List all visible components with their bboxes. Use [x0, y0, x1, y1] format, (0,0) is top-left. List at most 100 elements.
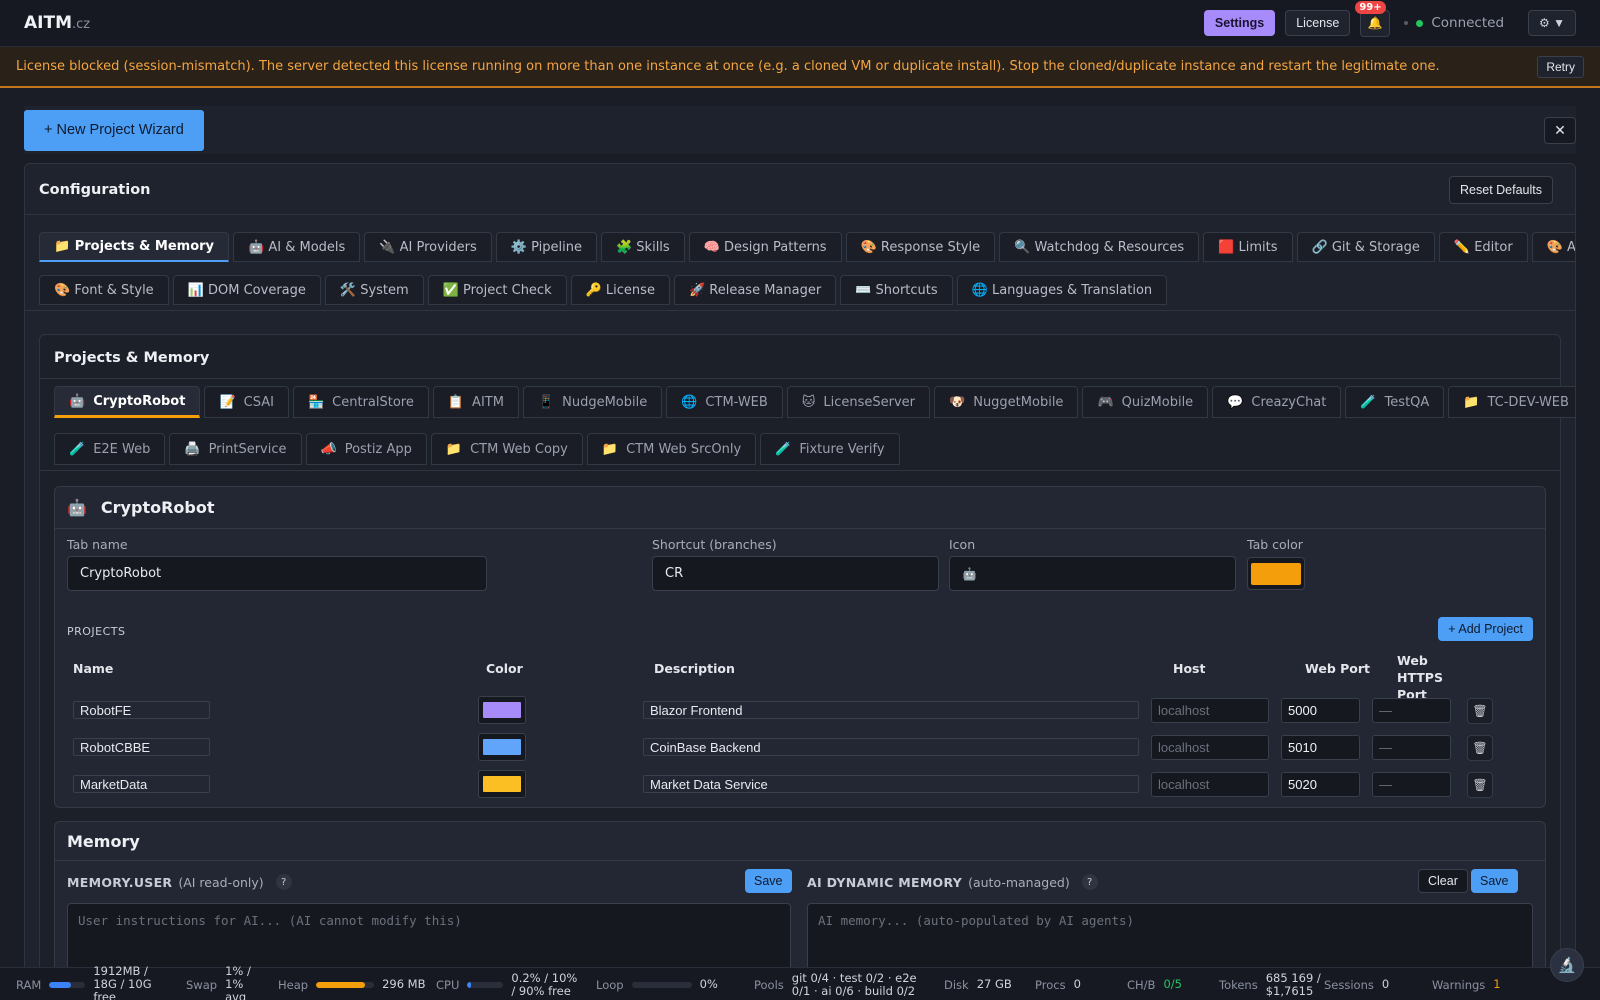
reset-defaults-button[interactable]: Reset Defaults: [1449, 176, 1553, 204]
tab-response-style[interactable]: 🎨 Response Style: [845, 232, 996, 262]
project-description-input[interactable]: Blazor Frontend: [643, 701, 1139, 719]
project-tab-csai[interactable]: 📝 CSAI: [204, 386, 289, 418]
tab-watchdog-resources[interactable]: 🔍 Watchdog & Resources: [999, 232, 1200, 262]
tab-limits[interactable]: 🟥 Limits: [1203, 232, 1293, 262]
assistant-fab-button[interactable]: 🔬: [1550, 948, 1584, 982]
tab-license[interactable]: 🔑 License: [570, 275, 670, 305]
project-tab-label: TestQA: [1384, 394, 1430, 410]
project-tab-ctm-web-srconly[interactable]: 📁 CTM Web SrcOnly: [586, 433, 757, 465]
tab-pipeline[interactable]: ⚙️ Pipeline: [495, 232, 597, 262]
project-description-input[interactable]: Market Data Service: [643, 775, 1139, 793]
project-host-input[interactable]: localhost: [1151, 698, 1269, 723]
project-description-input[interactable]: CoinBase Backend: [643, 738, 1139, 756]
procs-stat: Procs 0: [1035, 977, 1081, 992]
delete-project-button[interactable]: 🗑: [1467, 735, 1493, 761]
project-https-port-input[interactable]: —: [1372, 772, 1451, 797]
tab-skills[interactable]: 🧩 Skills: [600, 232, 685, 262]
memory-user-save-button[interactable]: Save: [745, 869, 792, 893]
help-icon[interactable]: ?: [1081, 874, 1098, 890]
project-tab-label: CryptoRobot: [93, 393, 186, 409]
project-name-input[interactable]: RobotCBBE: [73, 738, 210, 756]
ai-memory-clear-button[interactable]: Clear: [1418, 869, 1468, 893]
heap-stat: Heap 296 MB: [278, 977, 426, 992]
project-tab-nudgemobile[interactable]: 📱 NudgeMobile: [522, 386, 663, 418]
project-tabs-row-2: 🧪 E2E Web 🖨️ PrintService 📣 Postiz App 📁 CTM We…: [54, 433, 900, 465]
app-logo[interactable]: AITM.cz: [24, 13, 90, 33]
project-color-picker[interactable]: [478, 770, 526, 798]
project-name-input[interactable]: RobotFE: [73, 701, 210, 719]
project-tab-ctm-web[interactable]: 🌐 CTM-WEB: [666, 386, 783, 418]
project-tab-licenseserver[interactable]: 🐱 LicenseServer: [786, 386, 931, 418]
gear-menu-button[interactable]: ⚙ ▼: [1528, 10, 1576, 36]
settings-button[interactable]: Settings: [1203, 10, 1276, 36]
project-color-picker[interactable]: [478, 733, 526, 761]
tab-projects-memory[interactable]: 📁 Projects & Memory: [39, 232, 230, 262]
project-tab-label: PrintService: [208, 441, 287, 457]
project-tab-e2e-web[interactable]: 🧪 E2E Web: [54, 433, 166, 465]
icon-input[interactable]: 🤖: [949, 556, 1236, 591]
tab-release-manager[interactable]: 🚀 Release Manager: [673, 275, 837, 305]
cpu-stat: CPU 0.2% / 10% / 90% free: [436, 970, 578, 998]
memory-user-textarea[interactable]: User instructions for AI... (AI cannot m…: [67, 903, 791, 972]
close-wizard-button[interactable]: ✕: [1544, 116, 1576, 144]
project-tab-fixture-verify[interactable]: 🧪 Fixture Verify: [760, 433, 900, 465]
ai-memory-textarea[interactable]: AI memory... (auto-populated by AI agent…: [807, 903, 1533, 972]
ai-memory-save-button[interactable]: Save: [1471, 869, 1518, 893]
tab-color-picker[interactable]: [1247, 557, 1305, 590]
project-tab-tc-dev-web[interactable]: 📁 TC-DEV-WEB: [1448, 386, 1575, 418]
tab-editor[interactable]: ✏️ Editor: [1438, 232, 1528, 262]
help-icon[interactable]: ?: [275, 874, 292, 890]
project-card-header: 🤖 CryptoRobot: [67, 498, 214, 517]
shortcut-input[interactable]: CR: [652, 556, 939, 591]
tab-languages-translation[interactable]: 🌐 Languages & Translation: [956, 275, 1168, 305]
tab-ai-models[interactable]: 🤖 AI & Models: [233, 232, 361, 262]
tab-git-storage[interactable]: 🔗 Git & Storage: [1296, 232, 1435, 262]
tab-name-input[interactable]: CryptoRobot: [67, 556, 487, 591]
project-tab-centralstore[interactable]: 🏪 CentralStore: [292, 386, 429, 418]
column-header-name: Name: [73, 661, 114, 676]
tab-system[interactable]: 🛠️ System: [324, 275, 424, 305]
tab-dom-coverage[interactable]: 📊 DOM Coverage: [172, 275, 321, 305]
project-tab-icon: 🐱: [801, 394, 816, 410]
project-name-input[interactable]: MarketData: [73, 775, 210, 793]
tab-font-style[interactable]: 🎨 Font & Style: [39, 275, 169, 305]
project-tab-label: CTM Web Copy: [470, 441, 568, 457]
notifications-button[interactable]: 🔔 99+: [1355, 0, 1391, 37]
project-tab-postiz-app[interactable]: 📣 Postiz App: [305, 433, 427, 465]
new-project-wizard-button[interactable]: + New Project Wizard: [24, 109, 204, 151]
warnings-stat[interactable]: Warnings 1: [1432, 968, 1501, 1000]
divider: [25, 310, 1575, 311]
loop-stat: Loop 0%: [596, 977, 718, 992]
tab-design-patterns[interactable]: 🧠 Design Patterns: [688, 232, 842, 262]
project-host-input[interactable]: localhost: [1151, 772, 1269, 797]
project-tab-icon: 🌐: [681, 394, 698, 410]
project-tab-testqa[interactable]: 🧪 TestQA: [1345, 386, 1445, 418]
project-web-port-input[interactable]: 5010: [1281, 735, 1360, 760]
project-https-port-input[interactable]: —: [1372, 698, 1451, 723]
project-tab-quizmobile[interactable]: 🎮 QuizMobile: [1082, 386, 1209, 418]
project-tab-nuggetmobile[interactable]: 🐶 NuggetMobile: [934, 386, 1079, 418]
separator-dot: [1404, 21, 1409, 25]
project-tab-printservice[interactable]: 🖨️ PrintService: [169, 433, 302, 465]
project-tab-aitm[interactable]: 📋 AITM: [432, 386, 519, 418]
tab-color-swatch: [1251, 562, 1301, 585]
tab-shortcuts[interactable]: ⌨️ Shortcuts: [840, 275, 953, 305]
delete-project-button[interactable]: 🗑: [1467, 698, 1493, 724]
add-project-button[interactable]: + Add Project: [1438, 617, 1533, 641]
project-color-picker[interactable]: [478, 696, 526, 724]
delete-project-button[interactable]: 🗑: [1467, 772, 1493, 798]
tab-ai-providers[interactable]: 🔌 AI Providers: [364, 232, 492, 262]
sessions-stat: Sessions 0: [1324, 977, 1390, 992]
tab-appearance[interactable]: 🎨 Appearance: [1531, 232, 1575, 262]
project-host-input[interactable]: localhost: [1151, 735, 1269, 760]
tab-project-check[interactable]: ✅ Project Check: [427, 275, 567, 305]
project-tab-cryptorobot[interactable]: 🤖 CryptoRobot: [54, 386, 201, 418]
retry-button[interactable]: Retry: [1537, 55, 1584, 78]
project-tab-ctm-web-copy[interactable]: 📁 CTM Web Copy: [430, 433, 583, 465]
project-web-port-input[interactable]: 5000: [1281, 698, 1360, 723]
project-https-port-input[interactable]: —: [1372, 735, 1451, 760]
project-tab-creazychat[interactable]: 💬 CreazyChat: [1212, 386, 1342, 418]
project-tab-icon: 🖨️: [184, 441, 201, 457]
license-button[interactable]: License: [1285, 10, 1351, 36]
project-web-port-input[interactable]: 5020: [1281, 772, 1360, 797]
